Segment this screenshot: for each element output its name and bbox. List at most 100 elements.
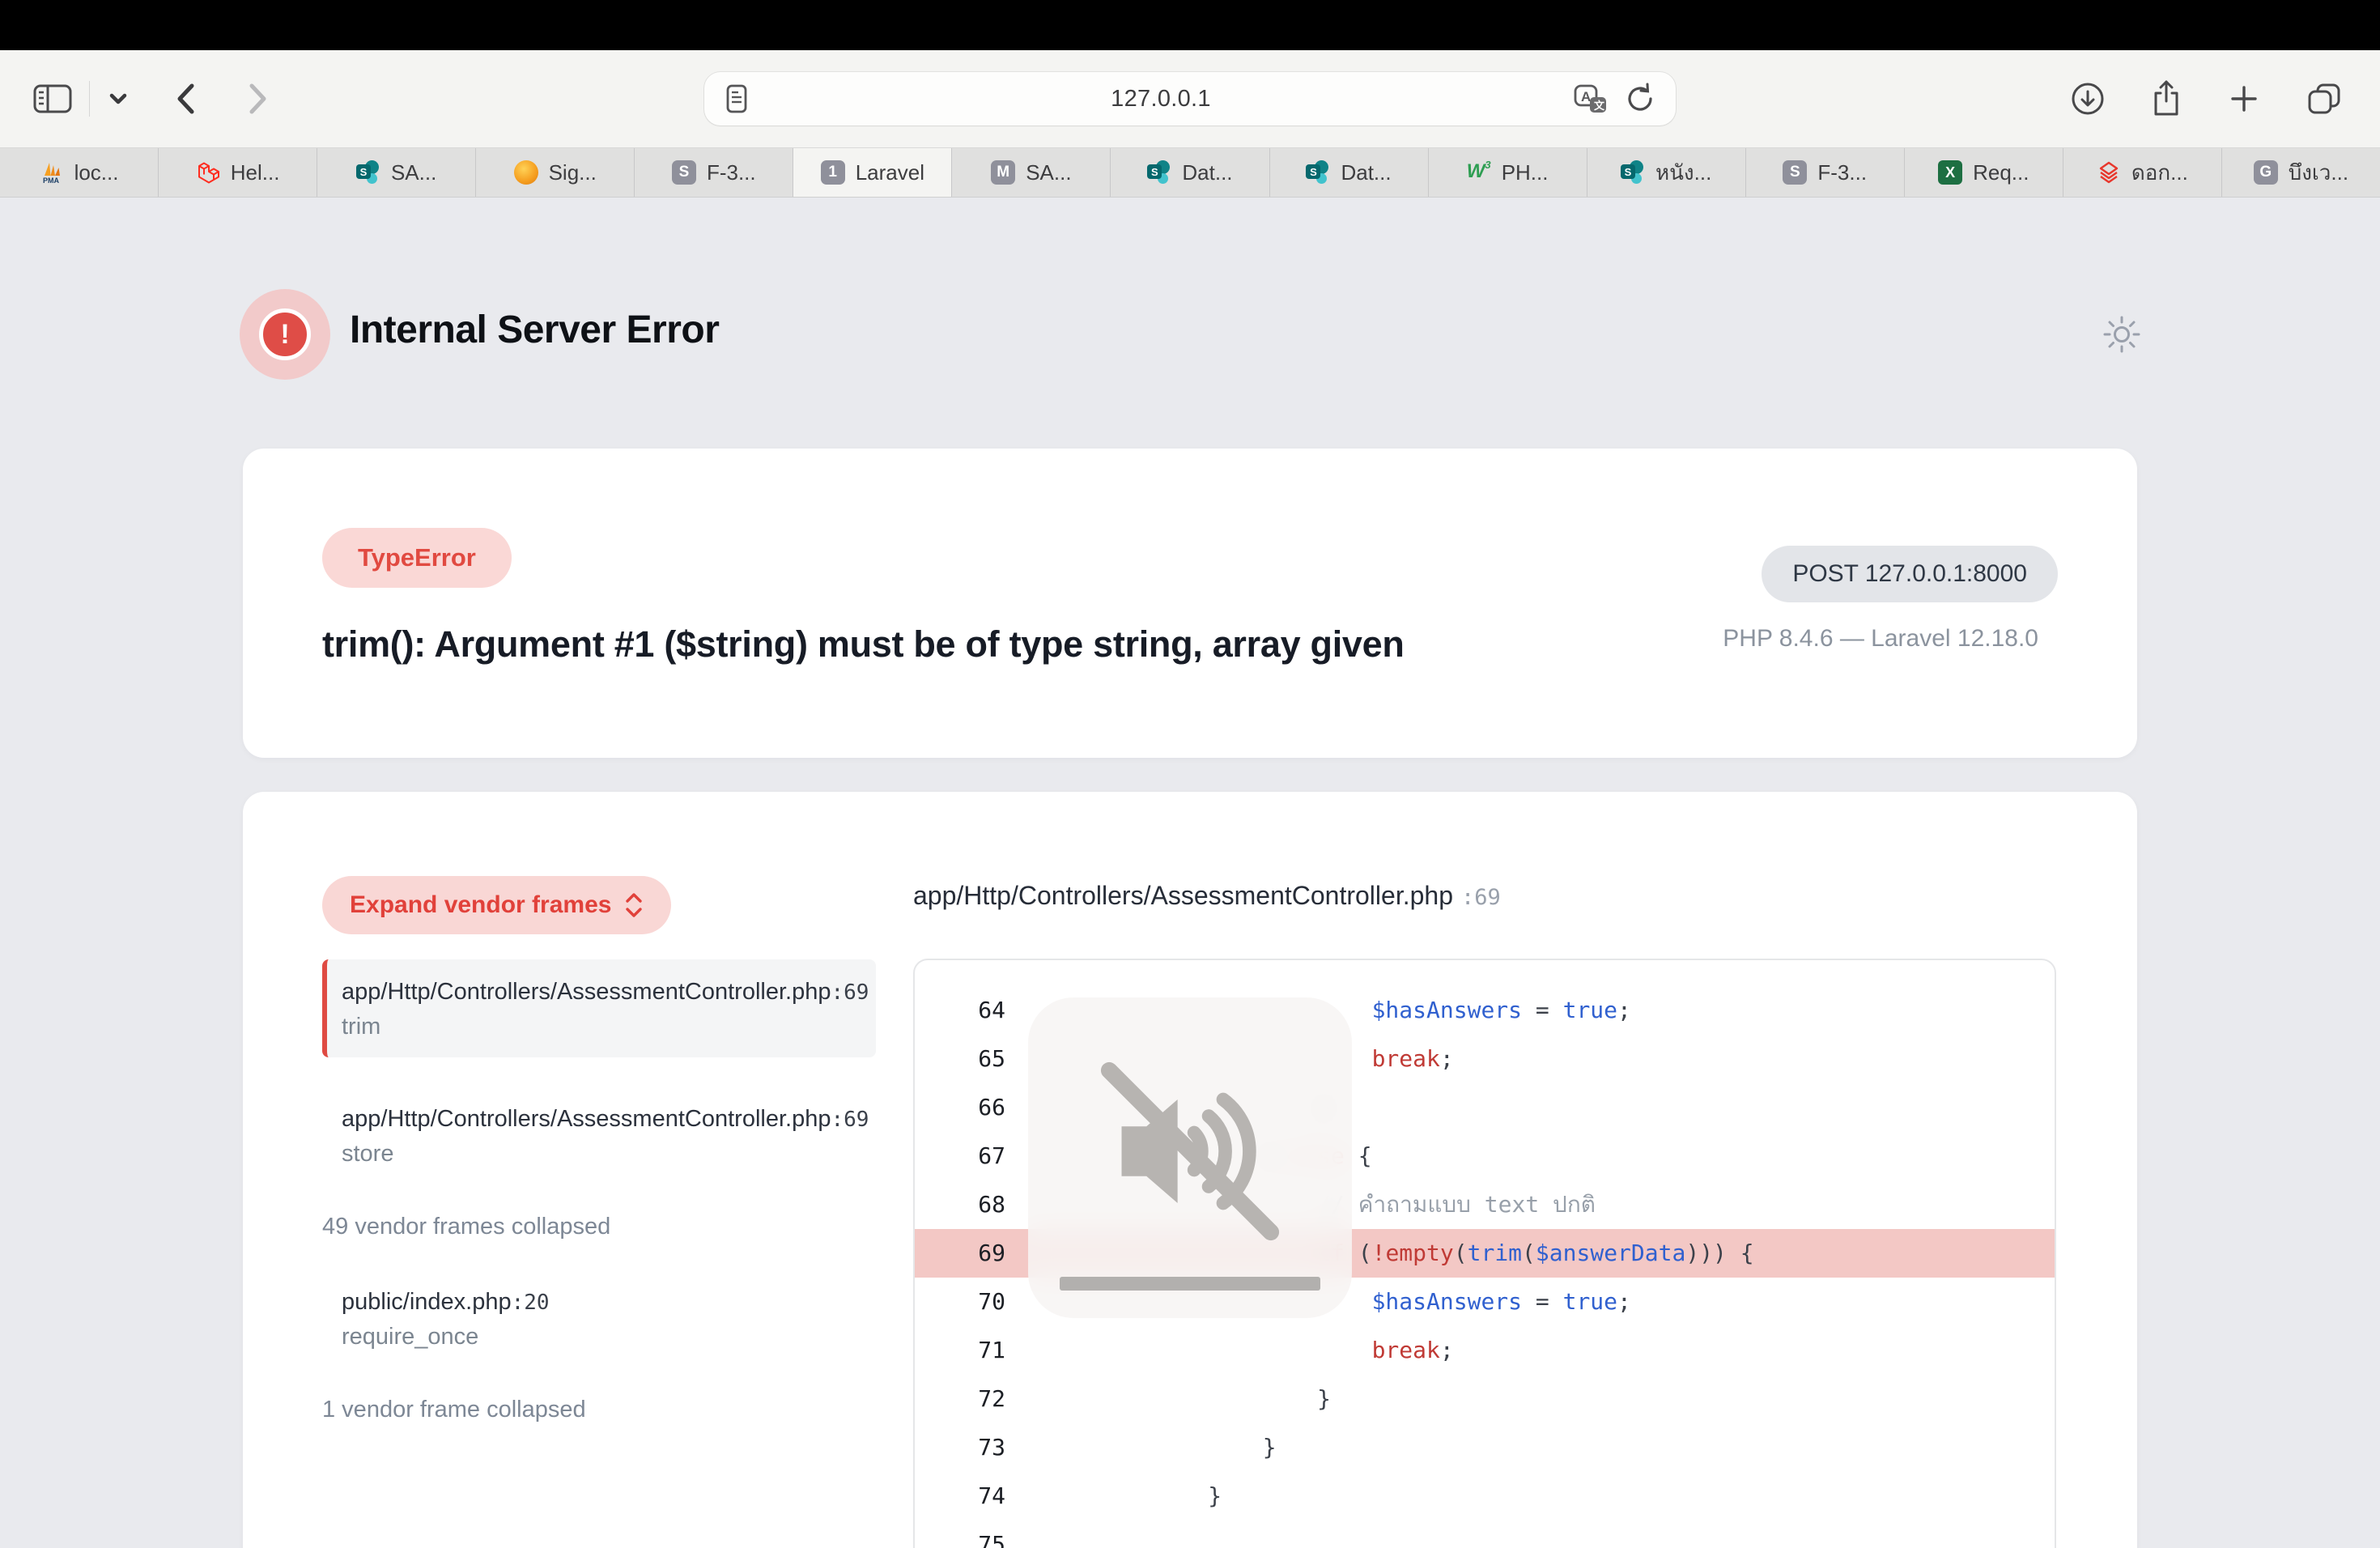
translate-icon[interactable]: A 文: [1572, 81, 1609, 117]
tab-label: F-3...: [707, 160, 756, 185]
tab-6[interactable]: M SA...: [952, 148, 1111, 197]
line-number: 73: [915, 1423, 1005, 1472]
gray-M-favicon: M: [991, 160, 1015, 185]
theme-toggle-sun-icon[interactable]: [2102, 314, 2142, 359]
line-number: 68: [915, 1180, 1005, 1229]
error-summary-card: TypeError trim(): Argument #1 ($string) …: [243, 449, 2137, 758]
excel-favicon: X: [1938, 160, 1962, 185]
tab-11[interactable]: S F-3...: [1746, 148, 1905, 197]
tab-label: PH...: [1502, 160, 1549, 185]
line-code: }: [1044, 1375, 1331, 1423]
menu-bar: [0, 0, 2380, 50]
toolbar-separator: [89, 81, 90, 117]
url-text[interactable]: 127.0.0.1: [750, 86, 1572, 113]
code-line-72: 72 }: [915, 1375, 2055, 1423]
sharepoint-favicon: S: [1621, 160, 1645, 185]
tab-label: F-3...: [1817, 160, 1867, 185]
speaker-muted-icon: [1086, 1048, 1294, 1255]
line-number: 65: [915, 1035, 1005, 1083]
tab-13[interactable]: ดอก...: [2063, 148, 2222, 197]
tab-7[interactable]: SDat...: [1111, 148, 1269, 197]
line-number: 64: [915, 986, 1005, 1035]
expand-vendor-frames-button[interactable]: Expand vendor frames: [322, 876, 671, 934]
code-line-73: 73 }: [915, 1423, 2055, 1472]
tab-1[interactable]: Hel...: [159, 148, 317, 197]
toolbar-right-group: [2069, 79, 2380, 119]
stack-frames-list: app/Http/Controllers/AssessmentControlle…: [322, 959, 876, 1452]
page-content: ! Internal Server Error TypeError trim()…: [0, 198, 2380, 1548]
tab-active-5[interactable]: 1Laravel: [793, 148, 952, 197]
volume-mute-hud: [1028, 997, 1352, 1318]
volume-level-bar: [1060, 1277, 1320, 1291]
tab-2[interactable]: S SA...: [317, 148, 476, 197]
error-message: trim(): Argument #1 ($string) must be of…: [322, 623, 1405, 666]
w3-favicon: W3: [1467, 160, 1491, 185]
expand-vendor-frames-label: Expand vendor frames: [350, 891, 611, 919]
tab-12[interactable]: XReq...: [1905, 148, 2063, 197]
tab-bar: PMAloc...Hel...SSA...Sig...SF-3...1Larav…: [0, 147, 2380, 198]
frame-path: public/index.php: [342, 1289, 512, 1315]
reload-icon[interactable]: [1624, 81, 1656, 117]
collapsed-vendor-frames-note[interactable]: 49 vendor frames collapsed: [322, 1214, 876, 1240]
code-line-71: 71 break;: [915, 1326, 2055, 1375]
line-number: 75: [915, 1520, 1005, 1548]
share-icon[interactable]: [2148, 79, 2184, 119]
tab-label: บึงเว...: [2289, 156, 2348, 189]
svg-text:A: A: [1581, 89, 1591, 104]
downloads-icon[interactable]: [2069, 80, 2106, 117]
line-number: 70: [915, 1278, 1005, 1326]
sharepoint-favicon: S: [356, 160, 380, 185]
gray-G-favicon: G: [2254, 160, 2278, 185]
code-file-path: app/Http/Controllers/AssessmentControlle…: [913, 881, 1453, 910]
environment-versions: PHP 8.4.6 — Laravel 12.18.0: [1723, 625, 2038, 653]
tab-0[interactable]: PMA loc...: [0, 148, 159, 197]
tab-label: Laravel: [856, 160, 924, 185]
error-alert-icon: !: [240, 289, 330, 380]
laravel-red-favicon: [196, 160, 220, 185]
back-button[interactable]: [172, 81, 200, 117]
svg-text:文: 文: [1594, 100, 1605, 112]
frame-path: app/Http/Controllers/AssessmentControlle…: [342, 1106, 831, 1132]
svg-text:PMA: PMA: [43, 176, 60, 185]
exclamation-icon: !: [259, 308, 311, 360]
line-code: }: [1044, 1423, 1277, 1472]
frame-line-number: :20: [512, 1291, 550, 1315]
line-number: 66: [915, 1083, 1005, 1132]
tab-3[interactable]: Sig...: [476, 148, 635, 197]
toolbar-left-group: [0, 81, 271, 117]
tab-9[interactable]: W3 PH...: [1429, 148, 1587, 197]
code-file-header: app/Http/Controllers/AssessmentControlle…: [913, 881, 1501, 911]
reader-mode-icon[interactable]: [724, 81, 750, 117]
tab-label: loc...: [74, 160, 119, 185]
address-bar[interactable]: 127.0.0.1 A 文: [704, 72, 1676, 125]
line-number: 67: [915, 1132, 1005, 1180]
line-number: 69: [915, 1229, 1005, 1278]
tab-label: SA...: [391, 160, 436, 185]
tab-label: Dat...: [1341, 160, 1391, 185]
stack-frame-1[interactable]: app/Http/Controllers/AssessmentControlle…: [322, 1087, 876, 1184]
sidebar-toggle-icon[interactable]: [32, 83, 74, 115]
tab-label: SA...: [1026, 160, 1071, 185]
chevron-down-icon[interactable]: [106, 91, 130, 107]
forward-button[interactable]: [244, 81, 271, 117]
page-title: Internal Server Error: [350, 308, 719, 352]
tab-overview-icon[interactable]: [2304, 80, 2344, 117]
tab-label: ดอก...: [2131, 156, 2188, 189]
tab-10[interactable]: Sหนัง...: [1587, 148, 1746, 197]
tab-4[interactable]: SF-3...: [635, 148, 793, 197]
gray-S-favicon: S: [1783, 160, 1807, 185]
line-number: 71: [915, 1326, 1005, 1375]
code-line-74: 74 }: [915, 1472, 2055, 1520]
tab-14[interactable]: G บึงเว...: [2222, 148, 2380, 197]
browser-toolbar: 127.0.0.1 A 文: [0, 50, 2380, 147]
unfold-chevrons-icon: [624, 891, 644, 919]
tab-label: Hel...: [231, 160, 280, 185]
new-tab-icon[interactable]: [2226, 81, 2262, 117]
pma-favicon: PMA: [40, 160, 64, 185]
collapsed-vendor-frames-note[interactable]: 1 vendor frame collapsed: [322, 1397, 876, 1423]
stack-frame-3[interactable]: public/index.php:20require_once: [322, 1269, 876, 1367]
orange-ball-favicon: [514, 160, 538, 185]
stack-frame-0[interactable]: app/Http/Controllers/AssessmentControlle…: [322, 959, 876, 1057]
tab-8[interactable]: SDat...: [1270, 148, 1429, 197]
red-mark-favicon: [2097, 160, 2121, 185]
